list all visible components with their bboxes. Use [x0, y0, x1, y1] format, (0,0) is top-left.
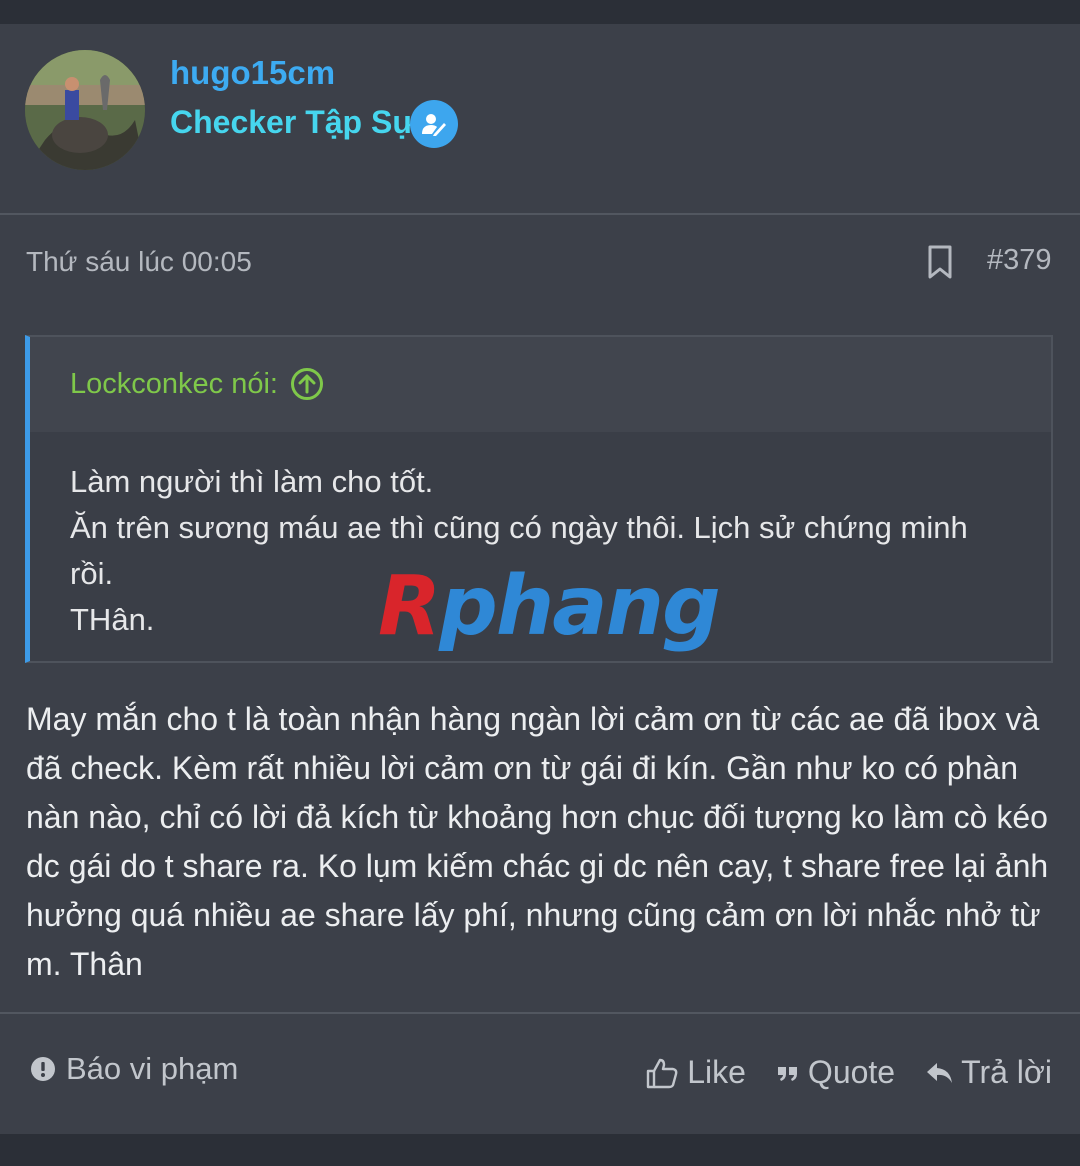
bookmark-icon[interactable]: [926, 244, 954, 285]
quote-author: Lockconkec nói:: [70, 367, 278, 400]
arrow-up-circle-icon: [290, 368, 323, 400]
reply-icon: [927, 1062, 953, 1083]
quote-line: Làm người thì làm cho tốt.: [70, 464, 434, 499]
reply-button[interactable]: Trả lời: [925, 1054, 1052, 1091]
like-button[interactable]: Like: [645, 1054, 746, 1091]
post-actions: Like Quote Trả lời: [645, 1054, 1052, 1091]
avatar[interactable]: [25, 50, 145, 170]
post-message: May mắn cho t là toàn nhận hàng ngàn lời…: [26, 701, 1049, 982]
post-date[interactable]: Thứ sáu lúc 00:05: [26, 246, 252, 278]
user-edit-icon: [410, 100, 458, 148]
post-card: hugo15cm Checker Tập Sự Thứ sáu lúc 00:0…: [0, 24, 1080, 1134]
quote-author-link[interactable]: Lockconkec nói:: [70, 367, 324, 401]
report-label: Báo vi phạm: [66, 1051, 239, 1086]
report-button[interactable]: Báo vi phạm: [30, 1051, 238, 1087]
username[interactable]: hugo15cm: [170, 54, 335, 92]
user-title: Checker Tập Sự: [170, 104, 416, 140]
thumbs-up-icon: [647, 1058, 678, 1088]
watermark-first-letter: R: [378, 559, 441, 654]
quote-button[interactable]: Quote: [776, 1054, 895, 1091]
alert-circle-icon: [31, 1057, 55, 1081]
post-number[interactable]: #379: [987, 244, 1052, 277]
like-label: Like: [687, 1054, 746, 1090]
header-divider: [0, 213, 1080, 215]
reply-label: Trả lời: [961, 1054, 1052, 1090]
quote-header: Lockconkec nói:: [30, 337, 1051, 432]
post-header: hugo15cm Checker Tập Sự: [0, 24, 1080, 214]
footer-divider: [0, 1012, 1080, 1014]
quote-label: Quote: [807, 1054, 896, 1090]
quote-icon: [777, 1066, 797, 1081]
watermark-rest: phang: [439, 559, 720, 654]
watermark-logo: Rphang: [378, 559, 721, 654]
